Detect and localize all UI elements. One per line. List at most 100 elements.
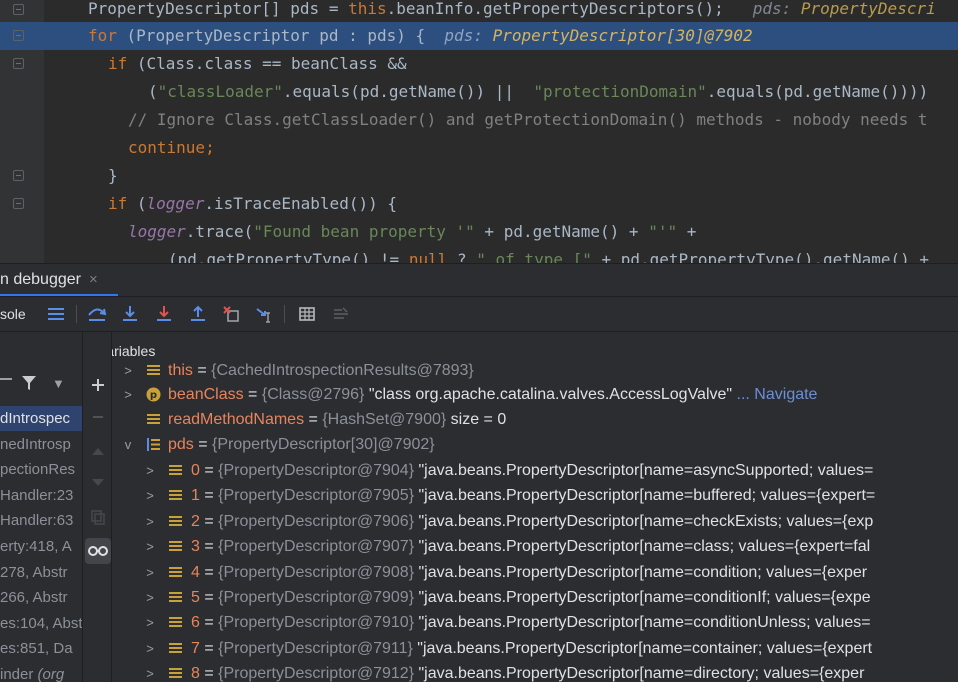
code-text: + xyxy=(677,222,697,241)
add-watch-icon[interactable] xyxy=(85,372,111,398)
inline-hint-value: PropertyDescri xyxy=(800,0,936,18)
variable-row-this[interactable]: > this = {CachedIntrospectionResults@789… xyxy=(112,358,958,383)
code-keyword: null xyxy=(408,250,448,263)
code-editor[interactable]: PropertyDescriptor[] pds = this.beanInfo… xyxy=(0,0,958,263)
stack-frame[interactable]: es:104, Abst xyxy=(0,611,82,636)
fold-marker-icon[interactable] xyxy=(13,4,24,15)
code-line-3[interactable]: if (Class.class == beanClass && xyxy=(44,50,958,78)
variable-name: 8 xyxy=(191,665,200,682)
code-line-1[interactable]: PropertyDescriptor[] pds = this.beanInfo… xyxy=(44,0,958,23)
trace-icon[interactable] xyxy=(329,302,353,326)
variable-row-pds-item[interactable]: >7 = {PropertyDescriptor@7911} "java.bea… xyxy=(112,636,958,661)
chevron-right-icon[interactable]: > xyxy=(144,509,156,534)
fold-marker-icon[interactable] xyxy=(13,198,24,209)
navigate-link[interactable]: ... Navigate xyxy=(732,386,818,403)
editor-gutter[interactable] xyxy=(0,0,44,263)
chevron-right-icon[interactable]: > xyxy=(144,560,156,585)
variable-equals: = xyxy=(199,563,219,581)
move-up-icon[interactable] xyxy=(85,438,111,464)
chevron-right-icon[interactable]: > xyxy=(144,636,156,661)
variable-row-pds-item[interactable]: >5 = {PropertyDescriptor@7909} "java.bea… xyxy=(112,585,958,610)
code-line-5[interactable]: // Ignore Class.getClassLoader() and get… xyxy=(44,106,958,134)
code-line-2-current[interactable]: for (PropertyDescriptor pd : pds) { pds:… xyxy=(44,22,958,50)
variable-row-pds-item[interactable]: >4 = {PropertyDescriptor@7908} "java.bea… xyxy=(112,560,958,585)
stack-frame[interactable]: 278, Abstr xyxy=(0,560,82,585)
variable-row-pds-item[interactable]: >2 = {PropertyDescriptor@7906} "java.bea… xyxy=(112,509,958,534)
stack-frame[interactable]: Handler:63 xyxy=(0,508,82,533)
parameter-icon: p xyxy=(146,387,161,402)
variable-type: {PropertyDescriptor@7909} xyxy=(218,589,415,606)
chevron-down-icon[interactable]: ▼ xyxy=(52,376,65,391)
chevron-right-icon[interactable]: > xyxy=(144,483,156,508)
close-icon[interactable]: × xyxy=(89,271,98,288)
run-to-cursor-icon[interactable] xyxy=(253,302,277,326)
variable-row-pds-item[interactable]: >0 = {PropertyDescriptor@7904} "java.bea… xyxy=(112,458,958,483)
fold-marker-icon[interactable] xyxy=(13,170,24,181)
chevron-right-icon[interactable]: > xyxy=(144,585,156,610)
code-string: "classLoader" xyxy=(157,82,283,101)
evaluate-expression-icon[interactable] xyxy=(295,302,319,326)
code-text: + pd.getName() + xyxy=(474,222,649,241)
stack-frame-label: 266, Abstr xyxy=(0,589,68,607)
show-watches-glasses-icon[interactable] xyxy=(85,538,111,564)
drop-frame-icon[interactable] xyxy=(219,302,243,326)
inline-hint-label: pds: xyxy=(444,26,483,45)
code-line-8[interactable]: if (logger.isTraceEnabled()) { xyxy=(44,190,958,218)
chevron-down-icon[interactable]: v xyxy=(122,432,134,457)
fold-marker-icon[interactable] xyxy=(13,30,24,41)
variable-row-beanclass[interactable]: > p beanClass = {Class@2796} "class org.… xyxy=(112,382,958,407)
code-line-9[interactable]: logger.trace("Found bean property '" + p… xyxy=(44,218,958,246)
chevron-right-icon[interactable]: > xyxy=(144,534,156,559)
stack-frame[interactable]: 266, Abstr xyxy=(0,585,82,610)
chevron-right-icon[interactable]: > xyxy=(144,661,156,682)
menu-lines-icon[interactable] xyxy=(44,302,68,326)
code-text: (pd.getPropertyType() != xyxy=(168,250,409,263)
step-out-icon[interactable] xyxy=(186,302,210,326)
stack-frame[interactable]: pectionRes xyxy=(0,457,82,482)
stack-frame[interactable]: inder (org xyxy=(0,662,82,682)
stack-frame-package: (org xyxy=(37,666,65,682)
stack-frame[interactable]: erty:418, A xyxy=(0,534,82,559)
fold-marker-icon[interactable] xyxy=(13,58,24,69)
chevron-right-icon[interactable]: > xyxy=(144,458,156,483)
code-keyword: if xyxy=(108,54,128,73)
chevron-right-icon[interactable]: > xyxy=(144,610,156,635)
force-step-into-icon[interactable] xyxy=(152,302,176,326)
code-line-6[interactable]: continue; xyxy=(44,134,958,162)
stack-frame[interactable]: dIntrospec xyxy=(0,406,82,431)
stack-frame-label: erty:418, A xyxy=(0,538,72,555)
tab-console[interactable]: sole xyxy=(0,297,26,331)
variable-type: {PropertyDescriptor@7908} xyxy=(218,563,415,581)
step-over-icon[interactable] xyxy=(85,302,109,326)
remove-watch-icon[interactable] xyxy=(85,404,111,430)
list-icon[interactable] xyxy=(0,378,12,380)
variable-type: {PropertyDescriptor@7912} xyxy=(218,665,415,682)
variable-equals: = xyxy=(199,487,219,505)
variable-value: "java.beans.PropertyDescriptor[name=cond… xyxy=(414,614,871,632)
variable-equals: = xyxy=(243,386,262,403)
filter-icon[interactable] xyxy=(20,374,38,397)
stack-frame[interactable]: nedIntrosp xyxy=(0,432,82,457)
step-into-icon[interactable] xyxy=(118,302,142,326)
chevron-right-icon[interactable]: > xyxy=(122,382,134,407)
variable-row-pds-item[interactable]: >1 = {PropertyDescriptor@7905} "java.bea… xyxy=(112,483,958,508)
code-line-7[interactable]: } xyxy=(44,162,958,190)
stack-frame[interactable]: es:851, Da xyxy=(0,636,82,661)
move-down-icon[interactable] xyxy=(85,470,111,496)
tab-debugger[interactable]: n debugger × xyxy=(0,264,104,297)
chevron-right-icon[interactable]: > xyxy=(122,358,134,383)
code-text: .isTraceEnabled()) { xyxy=(204,194,397,213)
variable-type: {PropertyDescriptor@7907} xyxy=(218,538,415,556)
variable-row-pds-item[interactable]: >6 = {PropertyDescriptor@7910} "java.bea… xyxy=(112,610,958,635)
variable-row-pds-item[interactable]: >8 = {PropertyDescriptor@7912} "java.bea… xyxy=(112,661,958,682)
variable-row-readmethodnames[interactable]: readMethodNames = {HashSet@7900} size = … xyxy=(112,407,958,432)
code-line-4[interactable]: ("classLoader".equals(pd.getName()) || "… xyxy=(44,78,958,106)
variable-row-pds-item[interactable]: >3 = {PropertyDescriptor@7907} "java.bea… xyxy=(112,534,958,559)
code-comment: // Ignore Class.getClassLoader() and get… xyxy=(128,110,928,129)
copy-icon[interactable] xyxy=(85,504,111,530)
code-line-10[interactable]: (pd.getPropertyType() != null ? " of typ… xyxy=(44,246,958,263)
code-keyword: continue; xyxy=(128,138,215,157)
stack-frame[interactable]: Handler:23 xyxy=(0,483,82,508)
variable-row-pds[interactable]: v pds = {PropertyDescriptor[30]@7902} xyxy=(112,432,958,457)
code-field: logger xyxy=(146,194,205,213)
